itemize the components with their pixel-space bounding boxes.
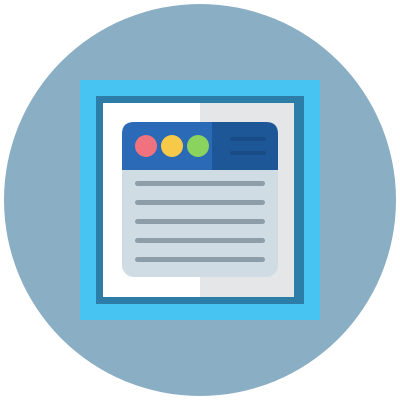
close-dot-icon [135, 135, 157, 157]
text-line [135, 181, 265, 186]
maximize-dot-icon [187, 135, 209, 157]
text-line [135, 200, 265, 205]
text-line [135, 257, 265, 262]
text-line [135, 219, 265, 224]
window-controls [135, 135, 209, 157]
text-line [135, 238, 265, 243]
menu-line [230, 137, 266, 141]
browser-icon-badge [0, 0, 400, 400]
title-bar-right [212, 122, 278, 170]
minimize-dot-icon [161, 135, 183, 157]
web-browser-window-icon [4, 4, 396, 396]
menu-line [230, 151, 266, 155]
